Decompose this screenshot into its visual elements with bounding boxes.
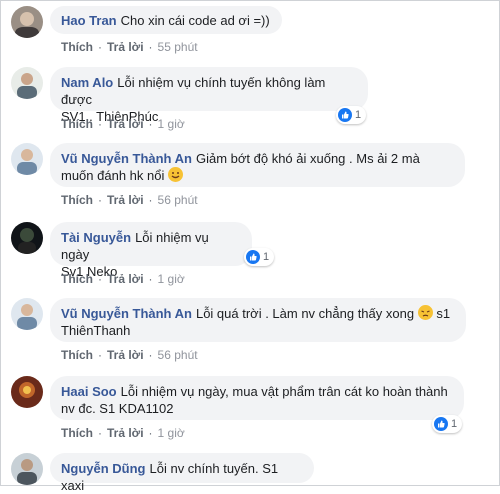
reply-link[interactable]: Trả lời: [107, 193, 144, 207]
avatar[interactable]: [11, 143, 43, 175]
comment-text-line2: muốn đánh hk nổi: [61, 168, 165, 183]
avatar[interactable]: [11, 376, 43, 408]
like-link[interactable]: Thích: [61, 193, 93, 207]
avatar[interactable]: [11, 6, 43, 38]
separator: ·: [98, 117, 102, 131]
comment-bubble: Hao Tran Cho xin cái code ad ơi =)): [50, 6, 282, 34]
comment-time[interactable]: 55 phút: [158, 40, 198, 54]
like-link[interactable]: Thích: [61, 272, 93, 286]
separator: ·: [148, 272, 153, 286]
comment-text: Lỗi nhiệm vụ ngày, mua vật phẩm trân cát…: [120, 384, 448, 399]
separator: ·: [148, 193, 153, 207]
comment-bubble: Nguyễn Dũng Lỗi nv chính tuyến. S1 xaxi: [50, 453, 314, 493]
comment-author[interactable]: Haai Soo: [61, 384, 117, 399]
avatar[interactable]: [11, 453, 43, 485]
comment-bubble: Nam Alo Lỗi nhiệm vụ chính tuyến không là…: [50, 67, 368, 124]
comment-text: Giảm bớt độ khó ải xuống . Ms ải 2 mà: [195, 151, 420, 166]
comment-author[interactable]: Hao Tran: [61, 13, 117, 28]
reply-link[interactable]: Trả lời: [107, 348, 144, 362]
comment-author[interactable]: Nguyễn Dũng: [61, 461, 146, 476]
separator: ·: [98, 40, 102, 54]
comment-actions: Thích · Trả lời · 55 phút: [61, 40, 198, 54]
comment-text: Cho xin cái code ad ơi =)): [120, 13, 270, 28]
avatar[interactable]: [11, 67, 43, 99]
comment-time[interactable]: 56 phút: [158, 193, 198, 207]
reply-link[interactable]: Trả lời: [107, 40, 144, 54]
separator: ·: [98, 193, 102, 207]
separator: ·: [148, 426, 153, 440]
comment-text-line2: nv đc. S1 KDA1102: [61, 401, 174, 416]
like-link[interactable]: Thích: [61, 117, 93, 131]
comment-text-line2: ThiênThanh: [61, 323, 131, 338]
separator: ·: [98, 272, 102, 286]
comment-bubble: Tài Nguyễn Lỗi nhiệm vụ ngày Sv1 Neko: [50, 222, 252, 279]
reaction-number: 1: [355, 109, 362, 121]
reply-link[interactable]: Trả lời: [107, 117, 144, 131]
like-reaction-icon: [246, 250, 260, 264]
avatar[interactable]: [11, 222, 43, 254]
reaction-number: 1: [263, 251, 270, 263]
separator: ·: [148, 117, 153, 131]
comment-actions: Thích · Trả lời · 1 giờ: [61, 117, 185, 131]
like-link[interactable]: Thích: [61, 426, 93, 440]
comment-time[interactable]: 1 giờ: [158, 426, 185, 440]
separator: ·: [148, 40, 153, 54]
reaction-number: 1: [451, 418, 458, 430]
rolling-on-floor-laughing-emoji: [167, 167, 183, 182]
like-reaction-icon: [338, 108, 352, 122]
comment-actions: Thích · Trả lời · 1 giờ: [61, 272, 185, 286]
reaction-count[interactable]: 1: [336, 106, 367, 124]
separator: ·: [98, 426, 102, 440]
comment-time[interactable]: 1 giờ: [158, 117, 185, 131]
comment-actions: Thích · Trả lời · 56 phút: [61, 348, 198, 362]
comment-author[interactable]: Vũ Nguyễn Thành An: [61, 306, 192, 321]
comment-author[interactable]: Nam Alo: [61, 75, 113, 90]
reply-link[interactable]: Trả lời: [107, 426, 144, 440]
comment-text: Lỗi quá trời . Làm nv chẳng thấy xong: [195, 306, 415, 321]
pensive-face-emoji: [417, 305, 433, 320]
comment-bubble: Vũ Nguyễn Thành An Lỗi quá trời . Làm nv …: [50, 298, 466, 342]
comment-time[interactable]: 1 giờ: [158, 272, 185, 286]
comment-actions: Thích · Trả lời · 56 phút: [61, 193, 198, 207]
reaction-count[interactable]: 1: [432, 415, 463, 433]
comment-bubble: Vũ Nguyễn Thành An Giảm bớt độ khó ải xuố…: [50, 143, 465, 187]
comment-actions: Thích · Trả lời · 1 giờ: [61, 426, 185, 440]
comment-time[interactable]: 56 phút: [158, 348, 198, 362]
reply-link[interactable]: Trả lời: [107, 272, 144, 286]
reaction-count[interactable]: 1: [244, 248, 275, 266]
separator: ·: [98, 348, 102, 362]
comment-bubble: Haai Soo Lỗi nhiệm vụ ngày, mua vật phẩm …: [50, 376, 464, 420]
comment-author[interactable]: Vũ Nguyễn Thành An: [61, 151, 192, 166]
avatar[interactable]: [11, 298, 43, 330]
like-link[interactable]: Thích: [61, 348, 93, 362]
separator: ·: [148, 348, 153, 362]
like-reaction-icon: [434, 417, 448, 431]
like-link[interactable]: Thích: [61, 40, 93, 54]
comment-text-after-emoji: s1: [436, 306, 451, 321]
comment-author[interactable]: Tài Nguyễn: [61, 230, 131, 245]
